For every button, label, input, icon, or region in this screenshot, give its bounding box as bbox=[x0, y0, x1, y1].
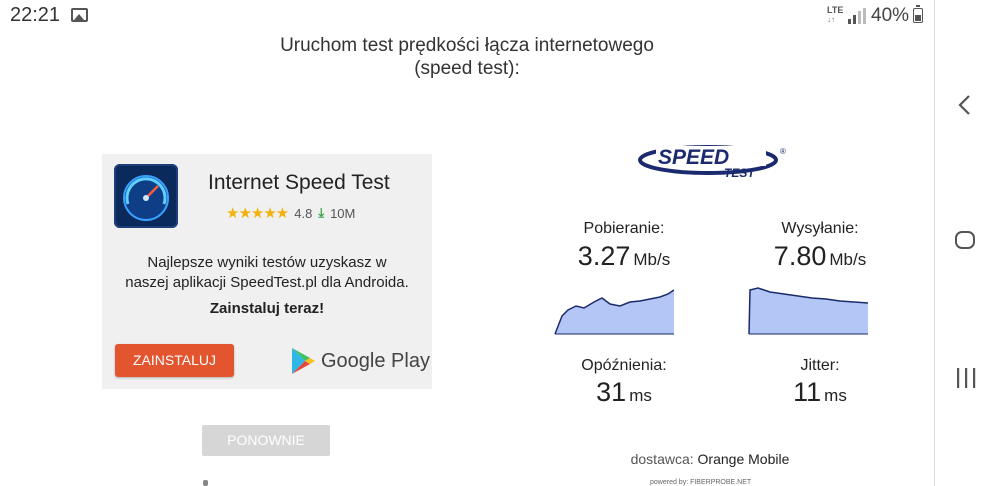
jitter-value: 11 ms bbox=[735, 377, 905, 408]
recent-apps-icon[interactable] bbox=[955, 368, 977, 388]
rating-value: 4.8 bbox=[294, 205, 313, 221]
powered-by: powered by: FIBERPROBE.NET bbox=[650, 479, 752, 486]
google-play-icon[interactable] bbox=[290, 347, 316, 375]
promo-description-line1: Najlepsze wyniki testów uzyskasz w bbox=[147, 254, 387, 271]
download-count: 10M bbox=[330, 205, 356, 221]
promo-description: Najlepsze wyniki testów uzyskasz w nasze… bbox=[102, 253, 432, 293]
logo-registered-mark: ® bbox=[780, 147, 786, 156]
star-rating-icon: ★★★★★ bbox=[226, 205, 289, 222]
logo-word-speed: SPEED bbox=[658, 146, 729, 169]
latency-number: 31 bbox=[596, 377, 627, 407]
status-time: 22:21 bbox=[10, 4, 61, 26]
promo-cta: Zainstaluj teraz! bbox=[209, 300, 325, 317]
upload-unit: Mb/s bbox=[829, 250, 867, 269]
install-button[interactable]: ZAINSTALUJ bbox=[115, 344, 234, 377]
upload-number: 7.80 bbox=[773, 241, 827, 271]
upload-sparkline bbox=[748, 287, 869, 335]
battery-percent: 40% bbox=[871, 5, 910, 26]
provider-label: dostawca: bbox=[630, 451, 694, 467]
home-icon[interactable] bbox=[955, 231, 975, 249]
logo-word-test: TEST bbox=[724, 166, 756, 180]
provider-name: Orange Mobile bbox=[697, 451, 790, 467]
signal-icon bbox=[848, 8, 866, 24]
page-title: Uruchom test prędkości łącza internetowe… bbox=[240, 34, 694, 80]
download-value: 3.27 Mb/s bbox=[539, 241, 709, 272]
google-play-label[interactable]: Google Play bbox=[321, 350, 430, 373]
speedtest-logo: SPEED TEST ® bbox=[638, 145, 786, 180]
status-bar: 22:21 LTE ↓↑ 40% bbox=[0, 0, 934, 32]
promo-description-line2: naszej aplikacji SpeedTest.pl dla Androi… bbox=[125, 274, 409, 291]
upload-value: 7.80 Mb/s bbox=[735, 241, 905, 272]
download-label: Pobieranie: bbox=[583, 220, 665, 237]
download-sparkline bbox=[554, 289, 675, 335]
back-chevron-icon[interactable] bbox=[955, 94, 975, 116]
download-arrow-icon: ⤓ bbox=[318, 205, 325, 220]
scroll-indicator bbox=[203, 480, 208, 486]
latency-value: 31 ms bbox=[539, 377, 709, 408]
lte-indicator: LTE ↓↑ bbox=[827, 5, 844, 25]
battery-icon bbox=[913, 5, 923, 23]
app-name: Internet Speed Test bbox=[208, 171, 390, 194]
provider-info: dostawca: Orange Mobile bbox=[620, 451, 800, 467]
latency-unit: ms bbox=[629, 386, 652, 405]
data-arrows-icon: ↓↑ bbox=[827, 15, 835, 24]
page-title-line1: Uruchom test prędkości łącza internetowe… bbox=[280, 35, 654, 56]
image-icon bbox=[71, 8, 88, 22]
jitter-number: 11 bbox=[793, 377, 822, 407]
page-title-line2: (speed test): bbox=[414, 58, 520, 79]
jitter-unit: ms bbox=[824, 386, 847, 405]
speedometer-app-icon[interactable] bbox=[114, 164, 178, 228]
retry-button[interactable]: PONOWNIE bbox=[202, 425, 330, 456]
jitter-label: Jitter: bbox=[800, 357, 840, 374]
app-promo-card: Internet Speed Test ★★★★★ 4.8 ⤓ 10M Najl… bbox=[102, 154, 432, 389]
latency-label: Opóźnienia: bbox=[581, 357, 667, 374]
download-number: 3.27 bbox=[577, 241, 631, 271]
upload-label: Wysyłanie: bbox=[781, 220, 859, 237]
download-unit: Mb/s bbox=[633, 250, 671, 269]
network-type: LTE bbox=[827, 5, 844, 15]
rating-row: ★★★★★ 4.8 ⤓ 10M bbox=[226, 204, 355, 222]
